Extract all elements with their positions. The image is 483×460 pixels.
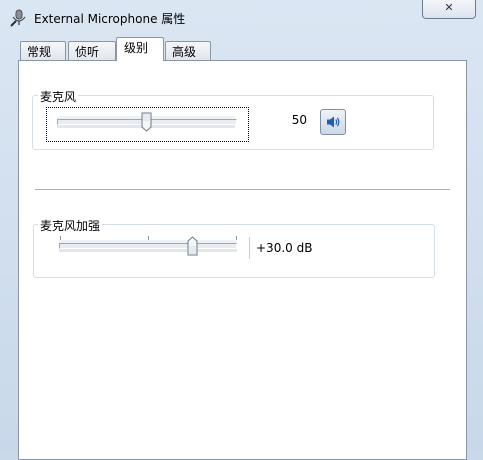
close-button[interactable]: ✕ — [422, 0, 476, 19]
slider-tick — [148, 236, 149, 240]
title-bar[interactable]: External Microphone 属性 ✕ — [0, 0, 483, 36]
tab-panel: 麦克风 50 麦克风加强 +30.0 dB — [18, 60, 467, 460]
separator-highlight — [35, 190, 450, 191]
close-icon: ✕ — [444, 1, 454, 14]
slider-tick — [60, 236, 61, 240]
slider-thumb[interactable] — [141, 112, 152, 132]
slider-thumb[interactable] — [187, 236, 198, 256]
tab-label: 常规 — [27, 45, 52, 59]
properties-window: External Microphone 属性 ✕ 常规 侦听 级别 高级 麦克风… — [0, 0, 483, 460]
slider-tick — [236, 236, 237, 240]
boost-value: +30.0 dB — [249, 237, 319, 259]
microphone-label: 麦克风 — [38, 88, 79, 105]
microphone-value: 50 — [291, 113, 307, 127]
tab-label: 侦听 — [75, 45, 100, 59]
tab-label: 级别 — [124, 41, 149, 55]
tab-advanced[interactable]: 高级 — [165, 41, 211, 61]
boost-slider[interactable] — [59, 235, 237, 257]
speaker-icon — [327, 116, 340, 128]
tab-levels[interactable]: 级别 — [116, 37, 164, 61]
tab-general[interactable]: 常规 — [20, 41, 66, 61]
tab-label: 高级 — [172, 45, 197, 59]
boost-label: 麦克风加强 — [38, 217, 103, 234]
microphone-slider[interactable] — [46, 107, 249, 142]
slider-track — [59, 243, 237, 249]
microphone-icon — [10, 9, 26, 27]
mute-button[interactable] — [320, 109, 346, 135]
tab-listen[interactable]: 侦听 — [68, 41, 116, 61]
window-title: External Microphone 属性 — [34, 12, 186, 26]
